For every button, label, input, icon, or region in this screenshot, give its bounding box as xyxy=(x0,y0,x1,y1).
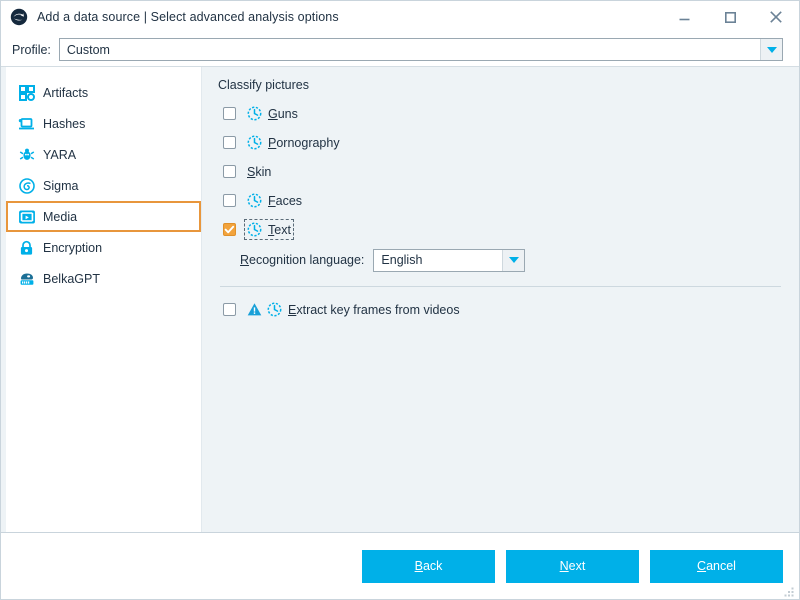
laptop-icon xyxy=(18,115,35,132)
sidebar-item-label: Media xyxy=(43,209,78,224)
option-row-text[interactable]: Text xyxy=(218,215,783,244)
profile-label: Profile: xyxy=(12,42,51,57)
option-row-pornography[interactable]: Pornography xyxy=(218,128,783,157)
sidebar-item-media[interactable]: Media xyxy=(6,201,201,232)
option-label-guns: Guns xyxy=(268,106,298,121)
dialog-body: Artifacts Hashes YARA Sigma Media Encryp… xyxy=(1,66,799,533)
robot-icon xyxy=(18,270,35,287)
warning-triangle-icon xyxy=(247,302,262,317)
section-divider xyxy=(220,286,781,287)
checkbox-skin[interactable] xyxy=(223,165,236,178)
sidebar-item-label: Artifacts xyxy=(43,85,89,100)
sidebar-item-encryption[interactable]: Encryption xyxy=(6,232,201,263)
recognition-language-row: Recognition language: English xyxy=(218,245,783,275)
sidebar-item-yara[interactable]: YARA xyxy=(6,139,201,170)
checkbox-faces[interactable] xyxy=(223,194,236,207)
profile-value: Custom xyxy=(66,42,110,57)
sidebar-item-label: Encryption xyxy=(43,240,103,255)
focus-ring: Text xyxy=(244,219,294,240)
sidebar-item-label: BelkaGPT xyxy=(43,271,100,286)
bug-icon xyxy=(18,146,35,163)
resize-grip-icon[interactable] xyxy=(784,585,795,597)
clock-icon xyxy=(247,135,262,150)
recognition-language-label: Recognition language: xyxy=(240,253,365,267)
sidebar-item-artifacts[interactable]: Artifacts xyxy=(6,77,201,108)
dialog-window: Add a data source | Select advanced anal… xyxy=(0,0,800,600)
grid-squares-icon xyxy=(18,84,35,101)
chevron-down-icon[interactable] xyxy=(502,249,525,271)
option-label-pornography: Pornography xyxy=(268,135,340,150)
maximize-icon[interactable] xyxy=(707,1,753,33)
sidebar-item-label: YARA xyxy=(43,147,77,162)
option-row-guns[interactable]: Guns xyxy=(218,99,783,128)
option-label-skin: Skin xyxy=(247,164,272,179)
close-icon[interactable] xyxy=(753,1,799,33)
recognition-language-value: English xyxy=(381,253,423,267)
profile-row: Profile: Custom xyxy=(1,33,799,66)
option-label-faces: Faces xyxy=(268,193,303,208)
video-film-icon xyxy=(18,208,35,225)
spiral-icon xyxy=(18,177,35,194)
minimize-icon[interactable] xyxy=(661,1,707,33)
sidebar: Artifacts Hashes YARA Sigma Media Encryp… xyxy=(6,67,202,532)
belkasoft-logo-icon xyxy=(10,8,28,26)
option-row-skin[interactable]: Skin xyxy=(218,157,783,186)
clock-icon xyxy=(247,222,262,237)
checkbox-text[interactable] xyxy=(223,223,236,236)
recognition-language-combobox[interactable]: English xyxy=(373,248,526,272)
padlock-icon xyxy=(18,239,35,256)
option-row-extract-key-frames[interactable]: Extract key frames from videos xyxy=(218,295,783,324)
window-title: Add a data source | Select advanced anal… xyxy=(37,10,339,24)
cancel-button[interactable]: Cancel xyxy=(650,549,783,583)
clock-icon xyxy=(267,302,282,317)
title-bar: Add a data source | Select advanced anal… xyxy=(1,1,799,33)
clock-icon xyxy=(247,193,262,208)
classify-pictures-title: Classify pictures xyxy=(218,78,309,92)
clock-icon xyxy=(247,106,262,121)
window-controls xyxy=(661,1,799,33)
option-label-text: Text xyxy=(268,222,291,237)
next-button[interactable]: Next xyxy=(506,549,639,583)
back-button[interactable]: Back xyxy=(362,549,495,583)
chevron-down-icon[interactable] xyxy=(760,39,782,60)
sidebar-item-hashes[interactable]: Hashes xyxy=(6,108,201,139)
option-label-extract-key-frames: Extract key frames from videos xyxy=(288,302,460,317)
footer-bar: Back Next Cancel xyxy=(1,533,799,599)
profile-combobox[interactable]: Custom xyxy=(58,38,783,61)
option-row-faces[interactable]: Faces xyxy=(218,186,783,215)
sidebar-item-belkagpt[interactable]: BelkaGPT xyxy=(6,263,201,294)
sidebar-item-label: Hashes xyxy=(43,116,86,131)
checkbox-extract-key-frames[interactable] xyxy=(223,303,236,316)
checkbox-guns[interactable] xyxy=(223,107,236,120)
checkbox-pornography[interactable] xyxy=(223,136,236,149)
sidebar-item-label: Sigma xyxy=(43,178,79,193)
main-panel: Classify pictures Guns Pornography Skin … xyxy=(202,67,799,532)
sidebar-item-sigma[interactable]: Sigma xyxy=(6,170,201,201)
